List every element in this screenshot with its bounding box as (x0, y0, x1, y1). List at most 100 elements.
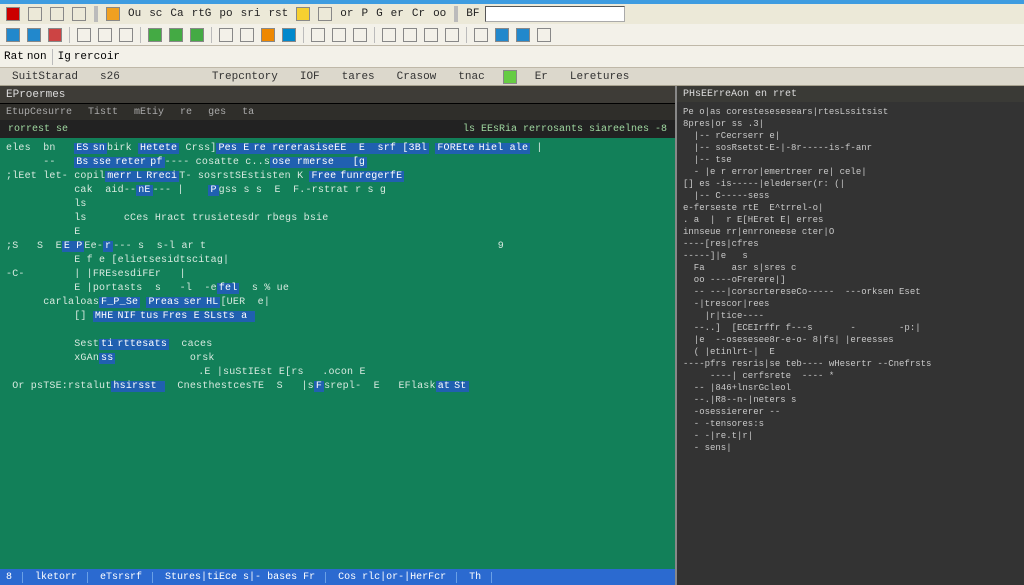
menu-item-3[interactable]: rtG (190, 8, 214, 20)
code-line[interactable]: ls (6, 198, 669, 212)
tool-icon-7[interactable] (146, 26, 164, 44)
code-line[interactable]: Or psTSE:rstaluthsirsst CnesthestcesTE S… (6, 380, 669, 394)
tool-icon-12[interactable] (259, 26, 277, 44)
menu-icon-1[interactable] (26, 5, 44, 23)
green-tab-icon[interactable] (501, 68, 519, 86)
tab-8[interactable]: Leretures (564, 71, 635, 83)
tab-5[interactable]: Crasow (391, 71, 443, 83)
tool-icon-13[interactable] (280, 26, 298, 44)
code-line[interactable]: xGAnss orsk (6, 352, 669, 366)
tool-icon-15[interactable] (330, 26, 348, 44)
output-line: --.|R8--n-|neters s (683, 394, 1018, 406)
sub-5[interactable]: ta (242, 107, 254, 118)
square-icon[interactable] (316, 5, 334, 23)
tool-icon-1[interactable] (4, 26, 22, 44)
tool-icon-5[interactable] (96, 26, 114, 44)
tool-icon-16[interactable] (351, 26, 369, 44)
tool-icon-22[interactable] (493, 26, 511, 44)
output-line: - -|re.t|r| (683, 430, 1018, 442)
code-line[interactable]: eles bn ESsnbirk Hetete Crss]Pes Ere rer… (6, 142, 669, 156)
tab-4[interactable]: tares (336, 71, 381, 83)
code-line[interactable]: .E |suStIEst E[rs .ocon E (6, 366, 669, 380)
tab-0[interactable]: SuitStarad (6, 71, 84, 83)
col-right: ls EEsRia rerrosants siareelnes -8 (463, 124, 667, 135)
menu-item-9[interactable]: G (374, 8, 385, 20)
editor-pane: EProermes EtupCesurre Tistt mEtiy re ges… (0, 86, 675, 585)
output-body[interactable]: Pe o|as corestesesesears|rtesLssitsist8p… (677, 102, 1024, 585)
code-line[interactable]: carlaloasF_P_Se PreasserHL[UER e| (6, 296, 669, 310)
code-line[interactable]: cak aid--nE--- | Pgss s s E F.-rstrat r … (6, 184, 669, 198)
tool-icon-18[interactable] (401, 26, 419, 44)
menu-item-13[interactable]: BF (464, 8, 481, 20)
tab-3[interactable]: IOF (294, 71, 326, 83)
menu-item-12[interactable]: oo (431, 8, 448, 20)
code-line[interactable]: E |portasts s -l -efel s % ue (6, 282, 669, 296)
output-line: [] es -is-----|elederser(r: (| (683, 178, 1018, 190)
tb2-item-3[interactable]: rercoir (74, 51, 120, 63)
menu-item-2[interactable]: Ca (168, 8, 185, 20)
address-input[interactable] (485, 6, 625, 22)
tool-icon-21[interactable] (472, 26, 490, 44)
code-line[interactable] (6, 324, 669, 338)
sub-4[interactable]: ges (208, 107, 226, 118)
sub-2[interactable]: mEtiy (134, 107, 164, 118)
output-line: |-- C-----sess (683, 190, 1018, 202)
menu-item-11[interactable]: Cr (410, 8, 427, 20)
tool-icon-17[interactable] (380, 26, 398, 44)
tool-icon-10[interactable] (217, 26, 235, 44)
output-line: 8pres|or ss .3| (683, 118, 1018, 130)
output-line: |r|tice---- (683, 310, 1018, 322)
tool-icon-11[interactable] (238, 26, 256, 44)
tab-2[interactable]: Trepcntory (206, 71, 284, 83)
tab-1[interactable]: s26 (94, 71, 126, 83)
menu-item-10[interactable]: er (389, 8, 406, 20)
code-line[interactable]: ;S S EE PEe-r--- s s-l ar t 9 (6, 240, 669, 254)
menu-icon-3[interactable] (70, 5, 88, 23)
tool-icon-6[interactable] (117, 26, 135, 44)
code-line[interactable]: [] MHENIFtusFres ESLsts a (6, 310, 669, 324)
tool-icon-8[interactable] (167, 26, 185, 44)
tool-icon-23[interactable] (514, 26, 532, 44)
tool-icon-24[interactable] (535, 26, 553, 44)
code-line[interactable]: Sesttirttesats caces (6, 338, 669, 352)
output-title: PHsEErreAon en rret (677, 86, 1024, 102)
yellow-highlight-icon[interactable] (294, 5, 312, 23)
tb2-item-0[interactable]: Rat (4, 51, 24, 63)
menu-item-0[interactable]: Ou (126, 8, 143, 20)
tool-icon-20[interactable] (443, 26, 461, 44)
tool-icon-2[interactable] (25, 26, 43, 44)
code-line[interactable]: ls cCes Hract trusietesdr rbegs bsie (6, 212, 669, 226)
code-line[interactable]: -C- | |FREsesdiFEr | (6, 268, 669, 282)
tool-icon-14[interactable] (309, 26, 327, 44)
output-line: |-- rCecrserr e| (683, 130, 1018, 142)
code-editor[interactable]: eles bn ESsnbirk Hetete Crss]Pes Ere rer… (0, 138, 675, 569)
menu-item-8[interactable]: P (359, 8, 370, 20)
sub-3[interactable]: re (180, 107, 192, 118)
col-left: rorrest se (8, 124, 68, 135)
output-line: |-- sosRsetst-E-|-8r-----is-f-anr (683, 142, 1018, 154)
menu-item-5[interactable]: sri (239, 8, 263, 20)
menu-item-4[interactable]: po (217, 8, 234, 20)
sub-1[interactable]: Tistt (88, 107, 118, 118)
code-line[interactable]: -- Bsssereterpf---- cosatte c..sose rmer… (6, 156, 669, 170)
code-line[interactable]: E (6, 226, 669, 240)
sub-0[interactable]: EtupCesurre (6, 107, 72, 118)
tool-icon-19[interactable] (422, 26, 440, 44)
tb2-item-2[interactable]: Ig (58, 51, 71, 63)
output-line: -- ---|corscrtereseCo----- ---orksen Ese… (683, 286, 1018, 298)
code-line[interactable]: E f e [elietsesidtscitag| (6, 254, 669, 268)
tab-7[interactable]: Er (529, 71, 554, 83)
tool-icon-4[interactable] (75, 26, 93, 44)
menu-icon-2[interactable] (48, 5, 66, 23)
orange-square-icon[interactable] (104, 5, 122, 23)
menu-item-1[interactable]: sc (147, 8, 164, 20)
menu-item-6[interactable]: rst (266, 8, 290, 20)
tab-6[interactable]: tnac (452, 71, 490, 83)
tool-icon-3[interactable] (46, 26, 64, 44)
output-line: -----]|e s (683, 250, 1018, 262)
tb2-item-1[interactable]: non (27, 51, 47, 63)
tool-icon-9[interactable] (188, 26, 206, 44)
menu-item-7[interactable]: or (338, 8, 355, 20)
code-line[interactable]: ;lEet let- copilmerrLRreciT- sosrstSEsti… (6, 170, 669, 184)
status-4: Cos rlc|or-|HerFcr (338, 572, 457, 583)
